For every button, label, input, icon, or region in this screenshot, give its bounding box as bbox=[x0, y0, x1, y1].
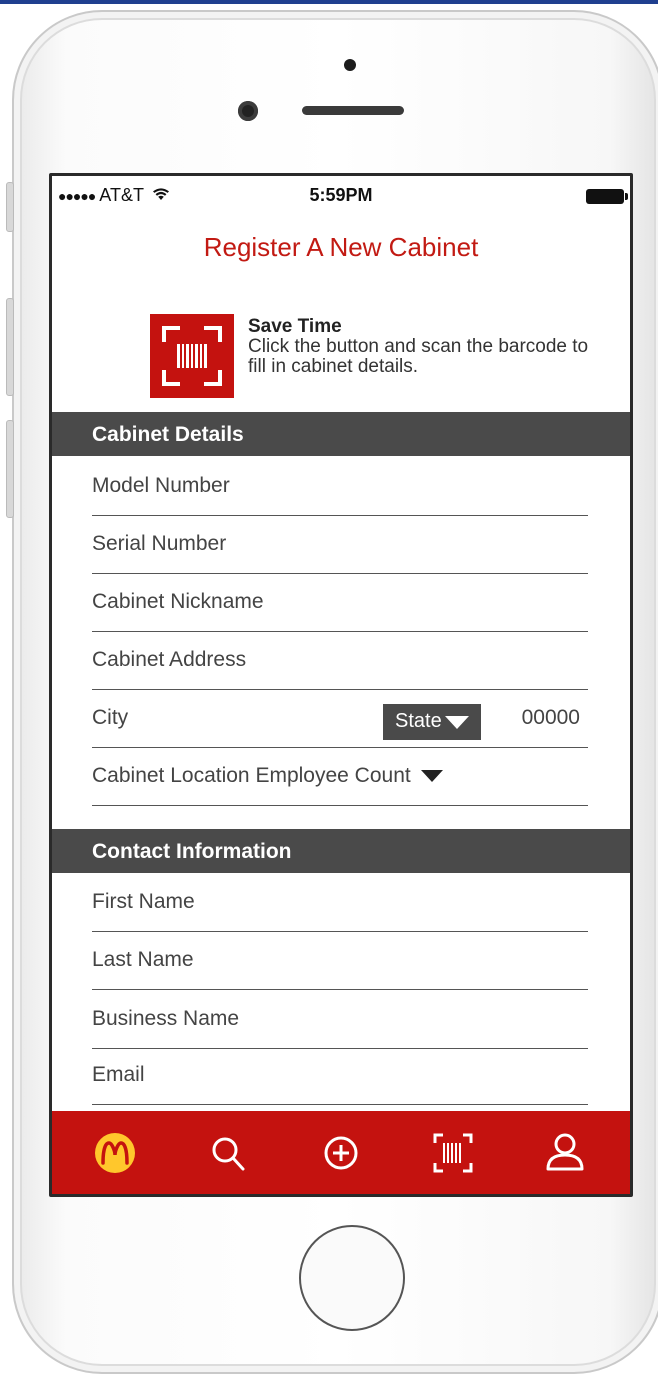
scan-prompt-title: Save Time bbox=[248, 316, 342, 337]
home-button[interactable] bbox=[299, 1225, 405, 1331]
mcdonalds-logo-icon bbox=[95, 1133, 135, 1173]
front-camera bbox=[238, 101, 258, 121]
search-icon bbox=[212, 1137, 245, 1171]
employee-count-label: Cabinet Location Employee Count bbox=[92, 764, 411, 787]
last-name-field[interactable]: Last Name bbox=[92, 932, 588, 990]
chevron-down-icon bbox=[420, 770, 443, 783]
model-number-field[interactable]: Model Number bbox=[92, 458, 588, 516]
status-bar: ●●●●● AT&T 5:59PM bbox=[52, 176, 630, 216]
state-label: State bbox=[395, 710, 442, 732]
page-title: Register A New Cabinet bbox=[203, 232, 479, 262]
cabinet-address-field[interactable]: Cabinet Address bbox=[92, 632, 588, 690]
mute-switch bbox=[6, 182, 14, 232]
profile-icon bbox=[546, 1133, 584, 1171]
city-field[interactable]: City bbox=[92, 706, 128, 729]
cabinet-details-header: Cabinet Details bbox=[52, 412, 630, 456]
volume-up-button bbox=[6, 298, 14, 396]
scan-prompt-description: Click the button and scan the barcode to… bbox=[248, 336, 589, 377]
tab-home[interactable] bbox=[90, 1131, 140, 1175]
tab-search[interactable] bbox=[204, 1131, 254, 1175]
battery-icon bbox=[586, 189, 628, 204]
tab-scan[interactable] bbox=[428, 1131, 478, 1175]
barcode-icon bbox=[433, 1133, 473, 1173]
contact-information-header: Contact Information bbox=[52, 829, 630, 873]
app-screen: ●●●●● AT&T 5:59PM Register A New Cabinet… bbox=[49, 173, 633, 1197]
cabinet-nickname-field[interactable]: Cabinet Nickname bbox=[92, 574, 588, 632]
chevron-down-icon bbox=[445, 716, 469, 729]
tab-add[interactable] bbox=[316, 1131, 366, 1175]
proximity-sensor bbox=[344, 59, 356, 71]
add-icon bbox=[324, 1136, 358, 1170]
volume-down-button bbox=[6, 420, 14, 518]
top-accent-line bbox=[0, 0, 658, 4]
email-field[interactable]: Email bbox=[92, 1047, 588, 1105]
state-dropdown[interactable]: State bbox=[383, 704, 481, 740]
bottom-tab-bar bbox=[52, 1111, 630, 1194]
business-name-field[interactable]: Business Name bbox=[92, 991, 588, 1049]
tab-profile[interactable] bbox=[540, 1131, 590, 1175]
employee-count-dropdown[interactable]: Cabinet Location Employee Count bbox=[92, 748, 588, 806]
status-time: 5:59PM bbox=[309, 185, 373, 205]
scan-barcode-button[interactable] bbox=[150, 314, 234, 398]
scan-prompt: Save Time Click the button and scan the … bbox=[248, 317, 608, 377]
zip-field[interactable]: 00000 bbox=[522, 706, 580, 730]
earpiece-speaker bbox=[302, 106, 404, 115]
city-state-zip-row: City State 00000 bbox=[92, 690, 588, 748]
barcode-scan-icon bbox=[162, 326, 222, 386]
first-name-field[interactable]: First Name bbox=[92, 874, 588, 932]
serial-number-field[interactable]: Serial Number bbox=[92, 516, 588, 574]
